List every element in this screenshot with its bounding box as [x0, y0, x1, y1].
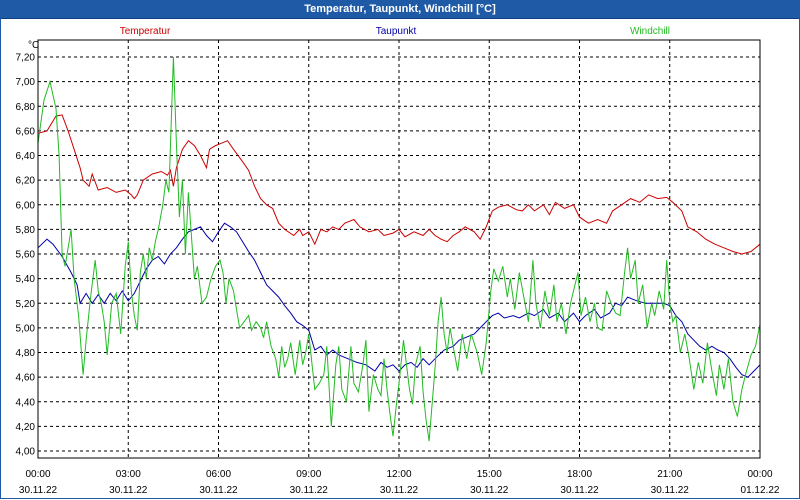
y-tick-label: 6,00	[16, 200, 36, 211]
y-tick-label: 4,80	[16, 348, 36, 359]
x-tick-time: 18:00	[567, 469, 592, 480]
y-tick-label: 6,20	[16, 176, 36, 187]
y-tick-label: 7,20	[16, 53, 36, 64]
x-tick-time: 15:00	[477, 469, 502, 480]
y-tick-label: 4,40	[16, 397, 36, 408]
x-tick-date: 30.11.22	[560, 485, 599, 496]
y-tick-label: 5,60	[16, 250, 36, 261]
x-tick-time: 00:00	[25, 469, 50, 480]
x-tick-time: 03:00	[116, 469, 141, 480]
y-axis-ticks: 4,00 4,20 4,40 4,60 4,80 5,00 5,20 5,40 5,60 5,80…	[16, 53, 36, 458]
x-tick-date: 30.11.22	[380, 485, 419, 496]
x-tick-time: 12:00	[386, 469, 411, 480]
y-tick-label: 5,40	[16, 274, 36, 285]
grid	[38, 40, 760, 458]
x-tick-date: 30.11.22	[109, 485, 148, 496]
y-tick-label: 5,80	[16, 225, 36, 236]
legend-windchill: Windchill	[630, 26, 670, 37]
legend-temperatur: Temperatur	[120, 26, 171, 37]
x-tick-date: 30.11.22	[199, 485, 238, 496]
legend: Temperatur Taupunkt Windchill	[120, 26, 670, 37]
x-tick-date: 30.11.22	[470, 485, 509, 496]
y-tick-label: 4,60	[16, 373, 36, 384]
legend-taupunkt: Taupunkt	[376, 26, 417, 37]
x-tick-date: 30.11.22	[651, 485, 690, 496]
x-tick-time: 06:00	[206, 469, 231, 480]
x-axis-ticks: 00:00 30.11.22 03:00 30.11.22 06:00 30.11.22 0…	[19, 469, 780, 496]
y-tick-label: 6,60	[16, 126, 36, 137]
y-tick-label: 4,20	[16, 422, 36, 433]
x-tick-date: 30.11.22	[19, 485, 58, 496]
chart-plot: °C 4,004,204,404,604,805,005,205,405,605…	[16, 26, 780, 496]
y-tick-label: 6,40	[16, 151, 36, 162]
y-tick-label: 4,00	[16, 447, 36, 458]
x-tick-date: 30.11.22	[290, 485, 329, 496]
y-tick-label: 5,00	[16, 323, 36, 334]
x-tick-time: 00:00	[747, 469, 772, 480]
y-tick-label: 5,20	[16, 299, 36, 310]
y-tick-label: 6,80	[16, 102, 36, 113]
x-tick-date: 01.12.22	[741, 485, 780, 496]
y-tick-label: 7,00	[16, 77, 36, 88]
x-tick-time: 21:00	[657, 469, 682, 480]
x-tick-time: 09:00	[296, 469, 321, 480]
